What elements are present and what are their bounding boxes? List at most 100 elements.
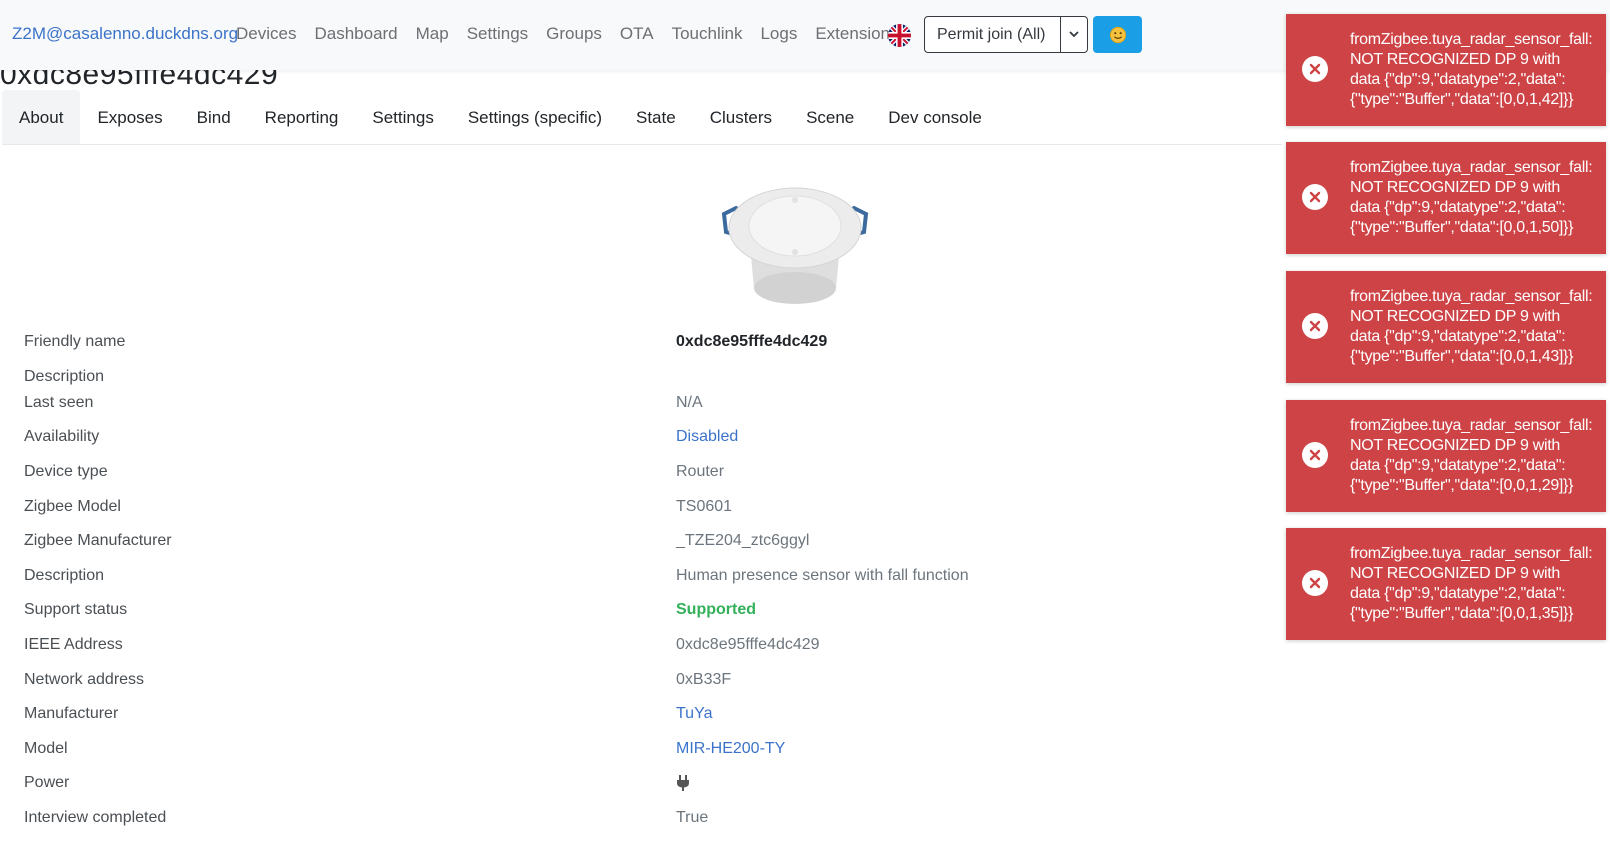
attr-model-description: Description Human presence sensor with f…: [0, 567, 1280, 597]
attr-label: Network address: [24, 671, 145, 688]
support-status-badge: Supported: [676, 601, 756, 618]
nav-map[interactable]: Map: [416, 24, 449, 44]
attr-value: 0xdc8e95fffe4dc429: [676, 333, 828, 350]
toast-line: {"type":"Buffer","data":[0,0,1,42]}}: [1350, 91, 1574, 108]
toast-message: fromZigbee.tuya_radar_sensor_fall: NOT R…: [1350, 416, 1604, 496]
toast-line: NOT RECOGNIZED DP 9 with: [1350, 308, 1561, 325]
toast-message: fromZigbee.tuya_radar_sensor_fall: NOT R…: [1350, 30, 1604, 110]
attr-label: Availability: [24, 428, 100, 445]
nav-extensions[interactable]: Extensions: [815, 24, 898, 44]
uk-flag-icon[interactable]: [888, 24, 911, 47]
brand-link[interactable]: Z2M@casalenno.duckdns.org: [12, 24, 238, 44]
attr-label: Interview completed: [24, 809, 167, 826]
attr-label: Description: [24, 368, 105, 385]
attr-zigbee-model: Zigbee Model TS0601: [0, 498, 1280, 528]
presence-sensor-image: [712, 184, 878, 310]
error-toast[interactable]: fromZigbee.tuya_radar_sensor_fall: NOT R…: [1286, 142, 1606, 254]
tab-exposes[interactable]: Exposes: [80, 90, 179, 144]
error-x-icon: [1302, 442, 1328, 468]
toast-line: {"type":"Buffer","data":[0,0,1,43]}}: [1350, 348, 1574, 365]
tab-clusters[interactable]: Clusters: [693, 90, 789, 144]
permit-join-button[interactable]: Permit join (All): [925, 17, 1060, 52]
attr-availability: Availability Disabled: [0, 428, 1280, 458]
nav-dashboard[interactable]: Dashboard: [314, 24, 397, 44]
attr-label: IEEE Address: [24, 636, 123, 653]
attr-ieee-address: IEEE Address 0xdc8e95fffe4dc429: [0, 636, 1280, 666]
attr-label: Zigbee Manufacturer: [24, 532, 172, 549]
toast-line: NOT RECOGNIZED DP 9 with: [1350, 565, 1561, 582]
tab-scene[interactable]: Scene: [789, 90, 871, 144]
attr-support-status: Support status Supported: [0, 601, 1280, 631]
toast-message: fromZigbee.tuya_radar_sensor_fall: NOT R…: [1350, 287, 1604, 367]
error-toast[interactable]: fromZigbee.tuya_radar_sensor_fall: NOT R…: [1286, 400, 1606, 512]
attr-manufacturer: Manufacturer TuYa: [0, 705, 1280, 735]
attr-value: 0xdc8e95fffe4dc429: [676, 636, 820, 653]
toast-line: fromZigbee.tuya_radar_sensor_fall:: [1350, 545, 1593, 562]
tab-settings[interactable]: Settings: [355, 90, 450, 144]
attr-label: Model: [24, 740, 68, 757]
error-toast[interactable]: fromZigbee.tuya_radar_sensor_fall: NOT R…: [1286, 14, 1606, 126]
toast-line: {"type":"Buffer","data":[0,0,1,50]}}: [1350, 219, 1574, 236]
tab-state[interactable]: State: [619, 90, 693, 144]
attr-device-type: Device type Router: [0, 463, 1280, 493]
error-x-icon: [1302, 56, 1328, 82]
toast-line: data {"dp":9,"datatype":2,"data":: [1350, 457, 1566, 474]
attr-label: Description: [24, 567, 105, 584]
attr-value: _TZE204_ztc6ggyl: [676, 532, 810, 549]
toast-line: NOT RECOGNIZED DP 9 with: [1350, 51, 1561, 68]
attr-label: Device type: [24, 463, 108, 480]
attr-label: Support status: [24, 601, 128, 618]
attr-label: Power: [24, 774, 70, 791]
toast-line: data {"dp":9,"datatype":2,"data":: [1350, 71, 1566, 88]
toast-line: data {"dp":9,"datatype":2,"data":: [1350, 199, 1566, 216]
manufacturer-link[interactable]: TuYa: [676, 705, 712, 723]
attr-label: Zigbee Model: [24, 498, 121, 515]
attr-network-address: Network address 0xB33F: [0, 671, 1280, 701]
nav-ota[interactable]: OTA: [620, 24, 654, 44]
attr-model: Model MIR-HE200-TY: [0, 740, 1280, 770]
toast-message: fromZigbee.tuya_radar_sensor_fall: NOT R…: [1350, 158, 1604, 238]
attr-value: TS0601: [676, 498, 733, 515]
attr-interview-completed: Interview completed True: [0, 809, 1280, 839]
tab-reporting[interactable]: Reporting: [248, 90, 356, 144]
toast-line: fromZigbee.tuya_radar_sensor_fall:: [1350, 417, 1593, 434]
toast-line: fromZigbee.tuya_radar_sensor_fall:: [1350, 159, 1593, 176]
attr-value: 0xB33F: [676, 671, 732, 688]
toast-line: NOT RECOGNIZED DP 9 with: [1350, 437, 1561, 454]
nav-logs[interactable]: Logs: [760, 24, 797, 44]
plug-icon: [676, 775, 690, 796]
toast-line: {"type":"Buffer","data":[0,0,1,35]}}: [1350, 605, 1574, 622]
tab-bind[interactable]: Bind: [180, 90, 248, 144]
tab-about[interactable]: About: [2, 90, 81, 144]
tab-dev-console[interactable]: Dev console: [871, 90, 999, 144]
attr-friendly-name: Friendly name 0xdc8e95fffe4dc429: [0, 333, 1280, 363]
availability-link[interactable]: Disabled: [676, 428, 738, 446]
toast-message: fromZigbee.tuya_radar_sensor_fall: NOT R…: [1350, 544, 1604, 624]
theme-button[interactable]: [1093, 16, 1142, 53]
toast-line: fromZigbee.tuya_radar_sensor_fall:: [1350, 288, 1593, 305]
attr-zigbee-manufacturer: Zigbee Manufacturer _TZE204_ztc6ggyl: [0, 532, 1280, 562]
nav-devices[interactable]: Devices: [236, 24, 296, 44]
chevron-down-icon[interactable]: [1060, 17, 1087, 52]
toast-line: data {"dp":9,"datatype":2,"data":: [1350, 328, 1566, 345]
nav-links: Devices Dashboard Map Settings Groups OT…: [236, 24, 899, 44]
error-x-icon: [1302, 313, 1328, 339]
error-toast[interactable]: fromZigbee.tuya_radar_sensor_fall: NOT R…: [1286, 271, 1606, 383]
tab-settings-specific[interactable]: Settings (specific): [451, 90, 619, 144]
error-x-icon: [1302, 570, 1328, 596]
attr-label: Friendly name: [24, 333, 126, 350]
nav-touchlink[interactable]: Touchlink: [672, 24, 743, 44]
nav-settings[interactable]: Settings: [467, 24, 528, 44]
attr-label: Manufacturer: [24, 705, 119, 722]
attr-value: True: [676, 809, 709, 826]
smile-icon: [1109, 26, 1126, 43]
nav-groups[interactable]: Groups: [546, 24, 602, 44]
error-x-icon: [1302, 184, 1328, 210]
permit-join-dropdown[interactable]: Permit join (All): [924, 16, 1088, 53]
attr-label: Last seen: [24, 394, 94, 411]
attr-value: N/A: [676, 394, 703, 411]
toast-line: data {"dp":9,"datatype":2,"data":: [1350, 585, 1566, 602]
toast-line: NOT RECOGNIZED DP 9 with: [1350, 179, 1561, 196]
error-toast[interactable]: fromZigbee.tuya_radar_sensor_fall: NOT R…: [1286, 528, 1606, 640]
model-link[interactable]: MIR-HE200-TY: [676, 740, 785, 758]
